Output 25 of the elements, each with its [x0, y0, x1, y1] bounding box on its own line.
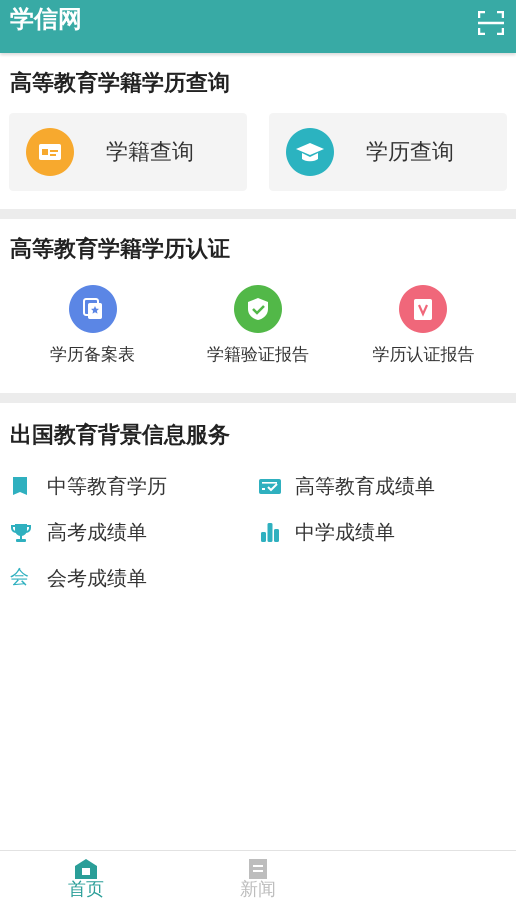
- id-card-icon: [26, 128, 74, 176]
- service-link[interactable]: 学历备案表: [50, 343, 136, 368]
- graduation-cap-icon: [286, 128, 334, 176]
- service-link[interactable]: 高考成绩单: [47, 516, 147, 546]
- query-card[interactable]: 学籍查询: [9, 113, 247, 191]
- card-label: 学历查询: [366, 138, 454, 166]
- section-title: 出国教育背景信息服务: [10, 424, 231, 446]
- shield-check-icon[interactable]: [234, 285, 282, 333]
- service-link[interactable]: 学历认证报告: [372, 343, 474, 368]
- glyph-icon: 会: [10, 568, 34, 587]
- service-link[interactable]: 学籍验证报告: [206, 343, 309, 368]
- service-link[interactable]: 高等教育成绩单: [295, 470, 435, 500]
- service-link[interactable]: 中等教育学历: [47, 470, 167, 500]
- v-document-icon[interactable]: [399, 285, 448, 333]
- home-icon: [75, 859, 97, 879]
- bar-chart-icon: [258, 520, 282, 542]
- service-link[interactable]: 中学成绩单: [295, 516, 395, 546]
- app-title: 学信网: [10, 7, 82, 31]
- card-label: 学籍查询: [106, 138, 194, 166]
- section-title: 高等教育学籍学历认证: [10, 239, 231, 261]
- scan-icon[interactable]: [478, 11, 504, 35]
- query-card[interactable]: 学历查询: [269, 113, 507, 191]
- document-icon: [247, 859, 269, 879]
- section-title: 高等教育学籍学历查询: [10, 73, 231, 95]
- service-link[interactable]: 会考成绩单: [47, 562, 147, 592]
